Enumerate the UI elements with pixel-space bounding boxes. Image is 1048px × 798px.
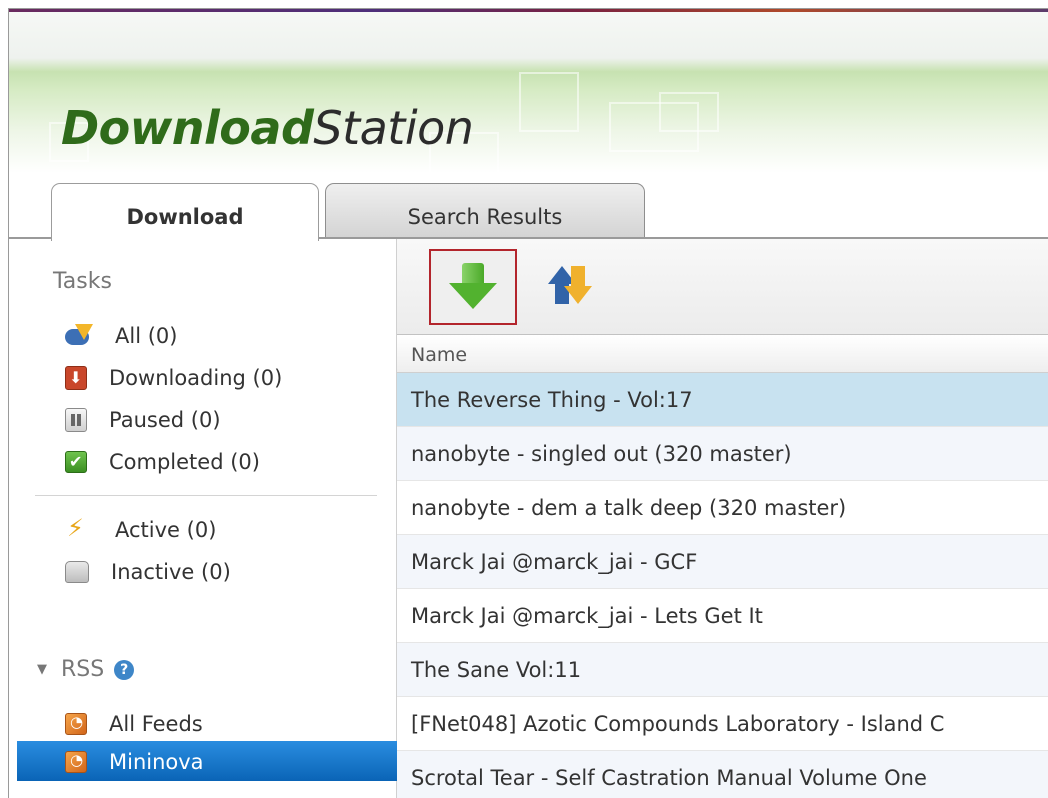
- green-down-arrow-icon: [449, 263, 497, 311]
- tab-download[interactable]: Download: [51, 183, 319, 241]
- collapse-triangle-icon[interactable]: ▼: [37, 662, 47, 677]
- sidebar-item-mininova[interactable]: Mininova: [65, 743, 204, 781]
- sidebar-item-label: Downloading (0): [109, 366, 283, 390]
- toolbar: [397, 239, 1048, 335]
- sidebar-item-label: Completed (0): [109, 450, 260, 474]
- sidebar-item-active[interactable]: Active (0): [65, 511, 216, 549]
- sidebar-item-all[interactable]: All (0): [65, 317, 177, 355]
- sidebar: Tasks All (0) Downloading (0) Paused (0)…: [9, 239, 397, 798]
- table-row[interactable]: The Sane Vol:11: [397, 643, 1048, 697]
- logo-regular-text: Station: [313, 101, 474, 155]
- table-row[interactable]: Scrotal Tear - Self Castration Manual Vo…: [397, 751, 1048, 798]
- table-row[interactable]: The Reverse Thing - Vol:17: [397, 373, 1048, 427]
- help-icon[interactable]: ?: [114, 659, 135, 680]
- sidebar-item-paused[interactable]: Paused (0): [65, 401, 221, 439]
- tab-search-results[interactable]: Search Results: [325, 183, 645, 241]
- sidebar-item-completed[interactable]: Completed (0): [65, 443, 260, 481]
- sidebar-item-label: Paused (0): [109, 408, 221, 432]
- sidebar-item-label: Active (0): [115, 518, 217, 542]
- logo-bold-text: Download: [61, 101, 314, 155]
- sidebar-item-label: All Feeds: [109, 712, 203, 736]
- switch-button[interactable]: [527, 249, 615, 325]
- sidebar-item-all-feeds[interactable]: All Feeds: [65, 705, 203, 743]
- table-row[interactable]: Marck Jai @marck_jai - Lets Get It: [397, 589, 1048, 643]
- rss-icon: [65, 751, 87, 773]
- swap-arrows-icon: [546, 262, 596, 312]
- download-button[interactable]: [429, 249, 517, 325]
- results-list: The Reverse Thing - Vol:17 nanobyte - si…: [397, 373, 1048, 798]
- column-header-name[interactable]: Name: [397, 335, 1048, 373]
- sidebar-divider: [35, 495, 377, 496]
- downloading-icon: [65, 366, 87, 390]
- sidebar-item-label: Mininova: [109, 750, 204, 774]
- sidebar-item-downloading[interactable]: Downloading (0): [65, 359, 282, 397]
- completed-icon: [65, 451, 87, 473]
- sidebar-item-label: Inactive (0): [111, 560, 231, 584]
- paused-icon: [65, 408, 87, 432]
- app-logo: DownloadStation: [61, 101, 474, 155]
- all-tasks-icon: [65, 322, 93, 350]
- download-station-window: DownloadStation Download Search Results …: [8, 8, 1048, 798]
- table-row[interactable]: Marck Jai @marck_jai - GCF: [397, 535, 1048, 589]
- tasks-heading: Tasks: [53, 269, 112, 294]
- rss-heading-label: RSS: [61, 657, 105, 682]
- rss-heading[interactable]: ▼ RSS ?: [37, 657, 135, 682]
- inactive-icon: [65, 561, 89, 583]
- table-row[interactable]: nanobyte - singled out (320 master): [397, 427, 1048, 481]
- sidebar-item-inactive[interactable]: Inactive (0): [65, 553, 231, 591]
- rss-icon: [65, 713, 87, 735]
- active-icon: [65, 514, 93, 544]
- table-row[interactable]: nanobyte - dem a talk deep (320 master): [397, 481, 1048, 535]
- sidebar-item-label: All (0): [115, 324, 178, 348]
- table-row[interactable]: [FNet048] Azotic Compounds Laboratory - …: [397, 697, 1048, 751]
- main-content: Name The Reverse Thing - Vol:17 nanobyte…: [397, 239, 1048, 798]
